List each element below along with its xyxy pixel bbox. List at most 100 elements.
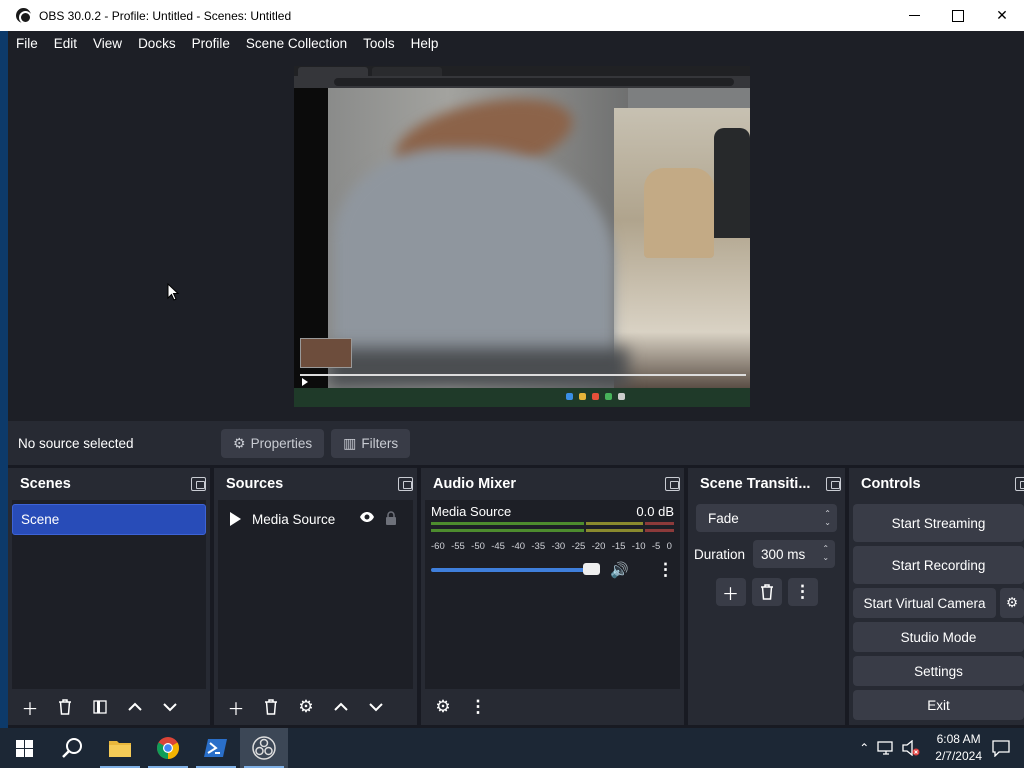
menu-view[interactable]: View [85,31,130,56]
undock-icon[interactable] [398,477,413,491]
source-item-label: Media Source [252,511,336,527]
transition-options-button[interactable]: ⋮ [787,578,818,606]
menu-bar: File Edit View Docks Profile Scene Colle… [8,31,1024,56]
filters-button[interactable]: ▥ Filters [331,428,411,458]
studio-mode-button[interactable]: Studio Mode [853,622,1024,652]
chrome-taskbar-button[interactable] [144,728,192,768]
media-source-icon [230,512,241,526]
duration-value: 300 ms [761,546,806,562]
volume-meter [431,522,674,535]
file-explorer-taskbar-button[interactable] [96,728,144,768]
powershell-icon [204,739,227,757]
mixer-options-button[interactable]: ⋮ [463,693,493,721]
volume-fader-handle[interactable] [583,563,601,575]
chevron-up-icon [128,702,142,711]
speaker-icon[interactable]: 🔊 [610,561,629,579]
window-title: OBS 30.0.2 - Profile: Untitled - Scenes:… [39,8,292,23]
obs-taskbar-button[interactable] [240,728,288,768]
start-button[interactable] [0,728,48,768]
minimize-button[interactable] [892,0,936,31]
obs-logo-icon [16,8,32,24]
clock-time: 6:08 AM [936,732,981,746]
lock-toggle-icon[interactable] [385,510,397,528]
menu-edit[interactable]: Edit [46,31,85,56]
chevron-down-icon [163,703,177,712]
exit-button[interactable]: Exit [853,690,1024,720]
move-scene-up-button[interactable] [120,693,150,721]
add-transition-button[interactable]: ＋ [715,578,746,606]
gear-icon: ⚙ [298,697,314,716]
menu-help[interactable]: Help [403,31,447,56]
meter-scale: -60 -55 -50 -45 -40 -35 -30 -25 -20 -15 -10 -5 0 [431,541,672,552]
menu-tools[interactable]: Tools [355,31,403,56]
preview-canvas[interactable] [294,66,750,407]
undock-icon[interactable] [665,477,680,491]
captured-address-bar [294,76,750,88]
sources-title: Sources [226,476,284,492]
mouse-cursor-icon [167,283,179,301]
volume-fader[interactable] [431,563,601,575]
add-source-button[interactable]: ＋ [221,693,251,721]
search-icon [62,738,82,758]
sources-footer: ＋ ⚙ [218,689,413,725]
transition-select[interactable]: Fade ⌃ ⌄ [696,504,837,532]
undock-icon[interactable] [1015,477,1024,491]
settings-button[interactable]: Settings [853,656,1024,686]
start-recording-button[interactable]: Start Recording [853,546,1024,584]
taskbar-clock[interactable]: 6:08 AM 2/7/2024 [935,731,982,765]
video-play-icon [302,378,308,386]
spin-arrows-icon[interactable]: ⌃ ⌄ [822,544,829,562]
controls-title: Controls [861,476,921,492]
audio-mixer-dock: Audio Mixer Media Source 0.0 dB -60 -55 … [421,468,684,725]
network-icon[interactable] [877,740,895,756]
move-source-down-button[interactable] [361,693,391,721]
visibility-toggle-icon[interactable] [359,510,375,528]
gear-icon: ⚙ [1005,595,1019,610]
desktop-edge [0,31,8,728]
menu-file[interactable]: File [8,31,46,56]
menu-docks[interactable]: Docks [130,31,184,56]
volume-muted-icon[interactable] [901,740,921,756]
chevron-down-icon [369,703,383,712]
scenes-list: Scene [12,500,206,689]
duration-spinbox[interactable]: 300 ms ⌃ ⌄ [753,540,836,568]
scenes-title: Scenes [20,476,71,492]
close-button[interactable]: ✕ [980,0,1024,31]
scene-item[interactable]: Scene [12,504,206,535]
source-properties-button[interactable]: ⚙ [291,693,321,721]
properties-button[interactable]: ⚙ Properties [221,428,325,458]
start-streaming-button[interactable]: Start Streaming [853,504,1024,542]
virtual-camera-settings-button[interactable]: ⚙ [1000,588,1024,618]
remove-scene-button[interactable] [50,693,80,721]
notifications-icon[interactable] [992,739,1010,757]
source-item[interactable]: Media Source [218,504,413,534]
add-scene-button[interactable]: ＋ [15,693,45,721]
filters-label: Filters [361,435,399,451]
search-button[interactable] [48,728,96,768]
menu-profile[interactable]: Profile [184,31,238,56]
menu-scene-collection[interactable]: Scene Collection [238,31,355,56]
chrome-icon [157,737,179,759]
move-source-up-button[interactable] [326,693,356,721]
undock-icon[interactable] [826,477,841,491]
show-hidden-icons-icon[interactable]: ⌃ [859,741,869,755]
maximize-button[interactable] [936,0,980,31]
advanced-audio-button[interactable]: ⚙ [428,693,458,721]
remove-source-button[interactable] [256,693,286,721]
start-virtual-camera-button[interactable]: Start Virtual Camera [853,588,996,618]
audio-mixer-header: Audio Mixer [421,468,684,500]
audio-mixer-title: Audio Mixer [433,476,516,492]
sources-list: Media Source [218,500,413,689]
remove-transition-button[interactable] [751,578,782,606]
trash-icon [59,699,71,715]
scenes-dock-header: Scenes [8,468,210,500]
powershell-taskbar-button[interactable] [192,728,240,768]
scene-filters-button[interactable] [85,693,115,721]
undock-icon[interactable] [191,477,206,491]
mixer-menu-button[interactable]: ⋮ [657,560,674,580]
windows-taskbar: ⌃ 6:08 AM 2/7/2024 [0,728,1024,768]
trash-icon [265,699,277,715]
duration-label: Duration [694,546,746,562]
move-scene-down-button[interactable] [155,693,185,721]
audio-mixer-footer: ⚙ ⋮ [425,689,680,725]
